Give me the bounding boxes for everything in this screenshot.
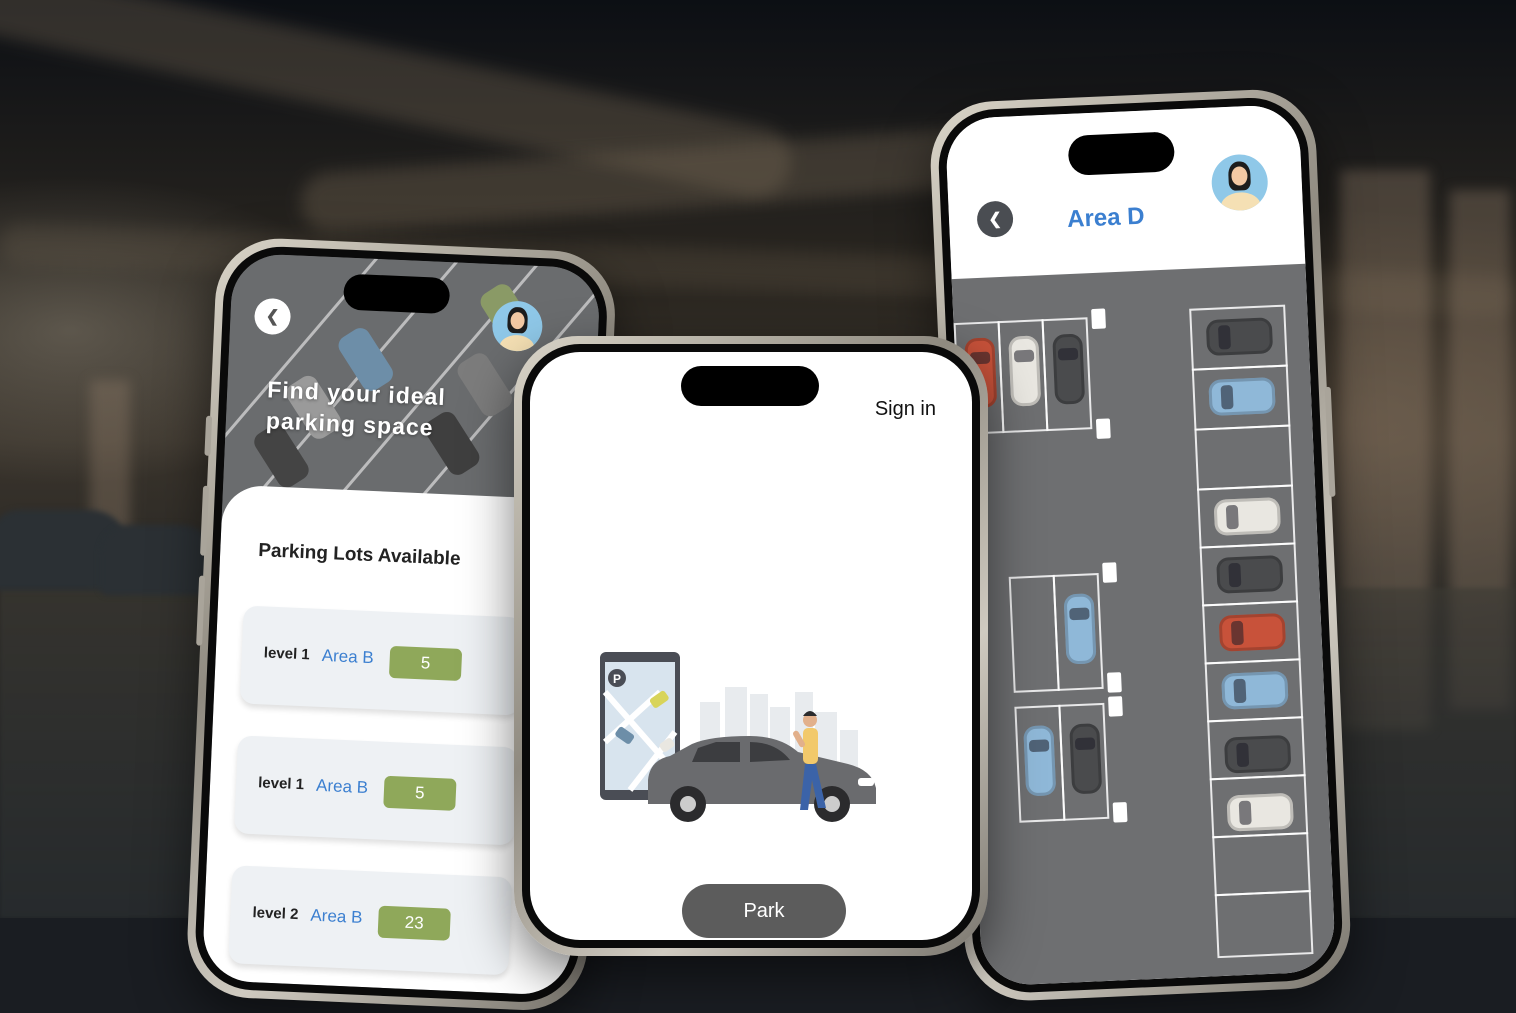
parked-car bbox=[1226, 792, 1294, 832]
parked-car bbox=[1023, 725, 1057, 797]
area-map-screen: ❮ Area D bbox=[944, 103, 1337, 987]
parked-car bbox=[1216, 554, 1284, 594]
back-button[interactable]: ❮ bbox=[976, 200, 1014, 238]
parked-car bbox=[1221, 670, 1289, 710]
park-button[interactable]: Park bbox=[682, 884, 846, 938]
lot-card[interactable]: level 1 Area B 5 bbox=[233, 735, 518, 846]
hero-title: Find your ideal parking space bbox=[265, 376, 447, 441]
user-avatar-icon[interactable] bbox=[1210, 153, 1269, 212]
welcome-screen: Sign in P Park bbox=[530, 352, 972, 940]
lot-area: Area B bbox=[321, 645, 375, 668]
lot-card[interactable]: level 2 Area B 23 bbox=[228, 865, 513, 976]
parked-car bbox=[1069, 723, 1103, 795]
lot-area: Area B bbox=[310, 905, 363, 927]
phone-welcome: Sign in P Park bbox=[514, 336, 988, 956]
sign-in-link[interactable]: Sign in bbox=[875, 398, 936, 421]
lot-count-badge: 5 bbox=[383, 775, 457, 811]
parked-car bbox=[1218, 612, 1287, 652]
lot-area: Area B bbox=[315, 775, 369, 798]
back-chevron-icon: ❮ bbox=[988, 210, 1003, 229]
parked-car bbox=[1223, 734, 1292, 774]
section-title: Parking Lots Available bbox=[257, 540, 461, 570]
phone-area-map: ❮ Area D bbox=[928, 87, 1353, 1004]
parked-car bbox=[1063, 593, 1097, 665]
parked-car bbox=[1205, 317, 1274, 357]
back-chevron-icon: ❮ bbox=[265, 308, 280, 326]
lot-count-badge: 5 bbox=[388, 645, 463, 682]
car-parking-illustration: P bbox=[600, 652, 876, 822]
parked-car bbox=[1213, 497, 1282, 536]
parking-area-map bbox=[951, 263, 1337, 987]
parking-pin-label: P bbox=[613, 672, 621, 686]
lot-level: level 1 bbox=[263, 644, 311, 664]
parked-car bbox=[1208, 377, 1276, 417]
parked-car bbox=[1052, 333, 1086, 405]
lot-level: level 1 bbox=[257, 774, 305, 794]
lot-count-badge: 23 bbox=[377, 905, 451, 941]
lot-level: level 2 bbox=[252, 904, 299, 924]
lot-card[interactable]: level 1 Area B 5 bbox=[239, 605, 524, 716]
parked-car bbox=[1008, 335, 1042, 407]
area-title: Area D bbox=[1066, 202, 1146, 234]
